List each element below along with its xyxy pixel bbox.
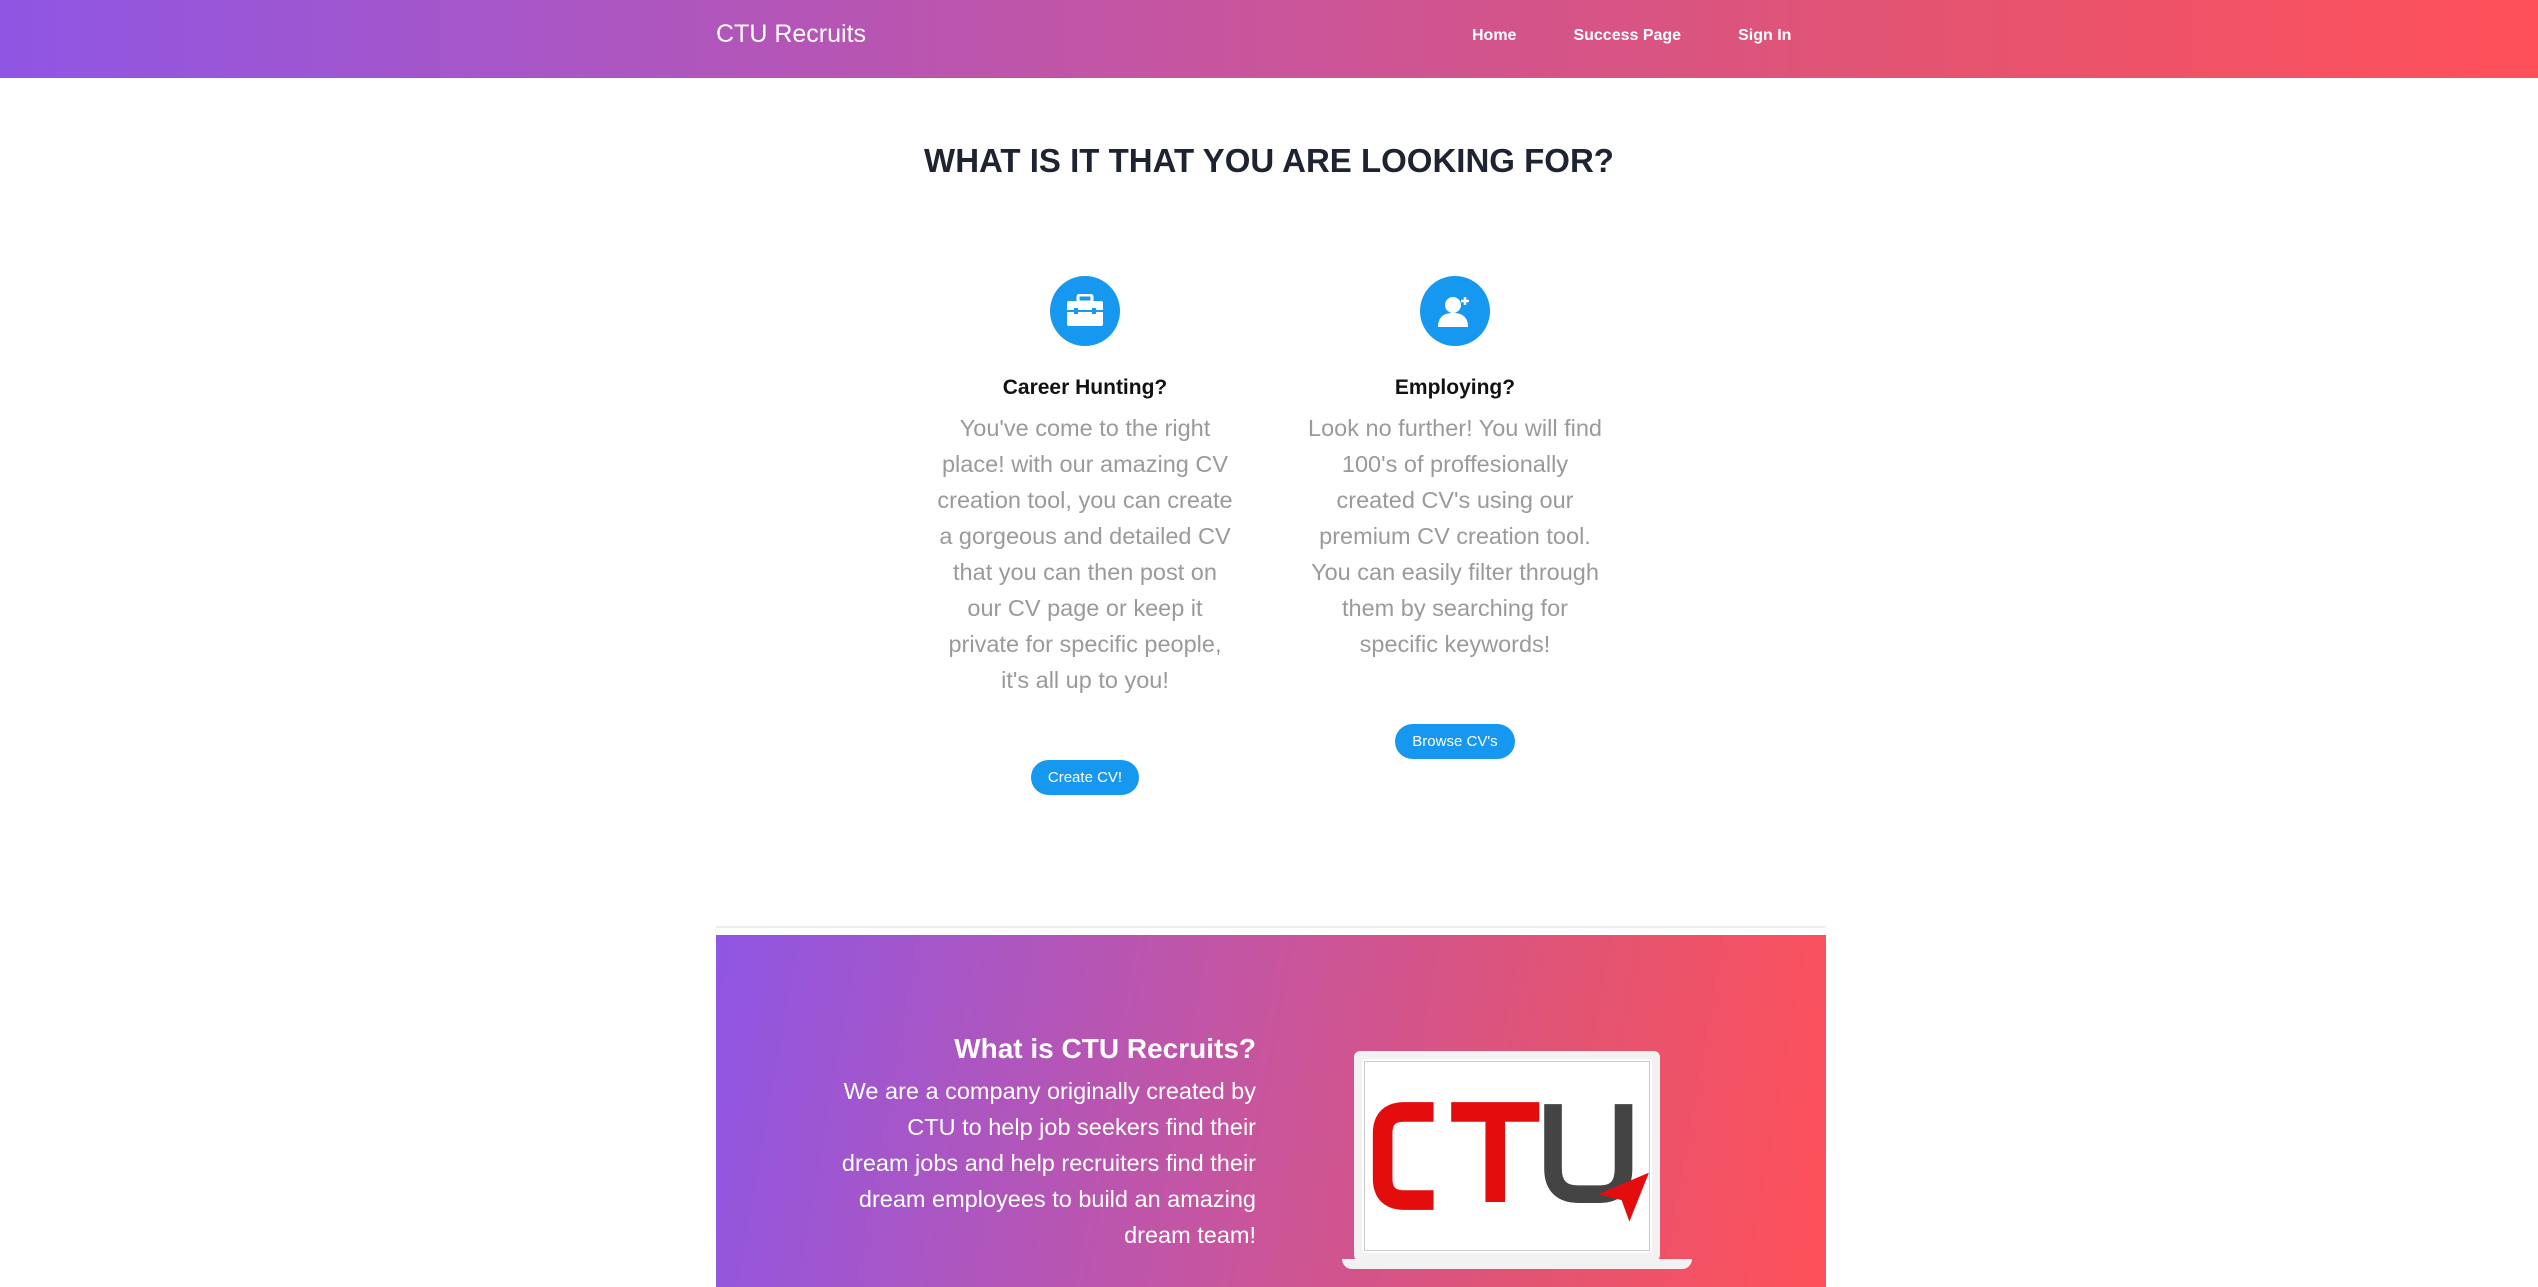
feature-career-hunting: Career Hunting? You've come to the right…	[930, 276, 1240, 795]
about-title: What is CTU Recruits?	[954, 1033, 1256, 1064]
briefcase-icon	[1050, 276, 1120, 346]
laptop-base	[1342, 1259, 1692, 1269]
feature-description: You've come to the right place! with our…	[937, 415, 1233, 693]
browse-cvs-button[interactable]: Browse CV's	[1395, 724, 1515, 759]
brand-logo-link[interactable]: CTU Recruits	[716, 20, 866, 49]
navbar: CTU Recruits Home Success Page Sign In	[0, 0, 2538, 78]
feature-description: Look no further! You will find 100's of …	[1308, 415, 1602, 657]
about-text: What is CTU Recruits? We are a company o…	[836, 1033, 1256, 1253]
laptop-screen	[1354, 1051, 1660, 1261]
nav-link-home[interactable]: Home	[1472, 27, 1516, 45]
create-cv-button[interactable]: Create CV!	[1030, 760, 1140, 795]
ctu-logo	[1364, 1061, 1650, 1251]
page-heading: WHAT IS IT THAT YOU ARE LOOKING FOR?	[924, 142, 1614, 179]
laptop-image	[1342, 1051, 1692, 1271]
add-user-icon	[1420, 276, 1490, 346]
feature-employing: Employing? Look no further! You will fin…	[1300, 276, 1610, 759]
nav-link-success-page[interactable]: Success Page	[1573, 27, 1681, 45]
nav-links: Home Success Page Sign In	[1472, 27, 1848, 45]
feature-title: Career Hunting?	[1002, 376, 1168, 399]
section-divider	[716, 926, 1826, 928]
nav-link-sign-in[interactable]: Sign In	[1738, 27, 1791, 45]
about-description: We are a company originally created by C…	[841, 1078, 1256, 1248]
about-section: What is CTU Recruits? We are a company o…	[716, 935, 1826, 1287]
feature-title: Employing?	[1394, 376, 1516, 399]
